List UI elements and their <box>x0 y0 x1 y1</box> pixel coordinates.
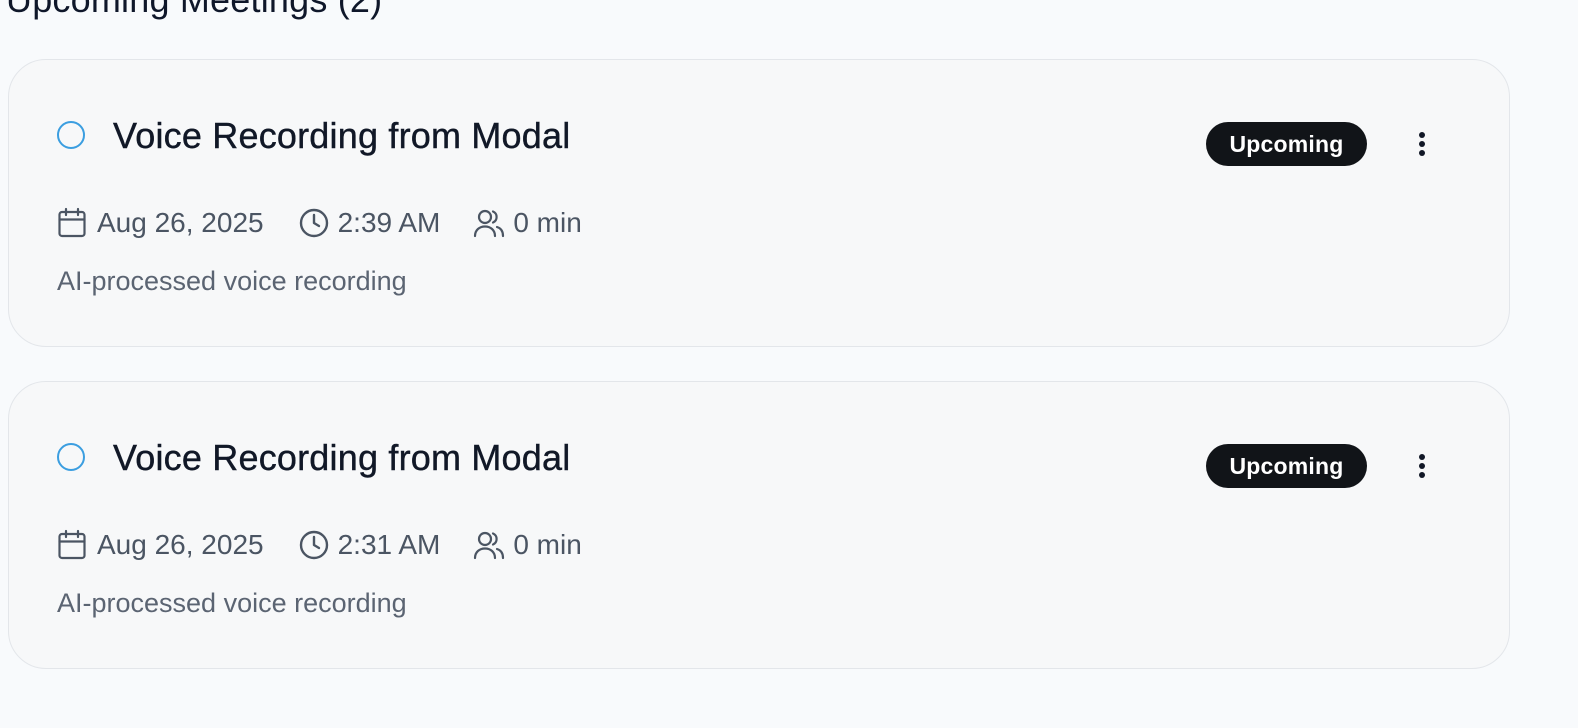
calendar-icon <box>58 529 86 560</box>
section-title: Upcoming Meetings (2) <box>6 0 382 22</box>
users-icon <box>474 531 505 560</box>
meeting-title[interactable]: Voice Recording from Modal <box>113 436 571 480</box>
more-vertical-icon <box>1419 454 1425 478</box>
meeting-time-text: 2:31 AM <box>337 529 441 560</box>
status-badge: Upcoming <box>1206 122 1367 166</box>
meeting-description: AI-processed voice recording <box>57 588 407 618</box>
meeting-meta-row: Aug 26, 2025 2:31 AM 0 min <box>57 527 582 563</box>
meeting-date: Aug 26, 2025 <box>57 205 264 241</box>
status-badge: Upcoming <box>1206 444 1367 488</box>
meeting-title[interactable]: Voice Recording from Modal <box>113 114 571 158</box>
meeting-duration: 0 min <box>473 527 582 563</box>
meeting-date: Aug 26, 2025 <box>57 527 264 563</box>
clock-icon <box>299 530 328 560</box>
meeting-duration-text: 0 min <box>513 207 582 238</box>
more-options-button[interactable] <box>1407 126 1437 162</box>
meeting-date-text: Aug 26, 2025 <box>97 207 264 238</box>
more-options-button[interactable] <box>1407 448 1437 484</box>
meeting-description: AI-processed voice recording <box>57 266 407 296</box>
meeting-duration-text: 0 min <box>513 529 582 560</box>
meeting-card[interactable]: Voice Recording from Modal Upcoming Aug … <box>8 59 1510 347</box>
status-circle-icon[interactable] <box>57 443 85 471</box>
calendar-icon <box>58 207 86 238</box>
users-icon <box>474 209 505 238</box>
clock-icon <box>299 208 328 238</box>
meeting-time: 2:39 AM <box>298 205 441 241</box>
meeting-time: 2:31 AM <box>298 527 441 563</box>
meeting-meta-row: Aug 26, 2025 2:39 AM 0 min <box>57 205 582 241</box>
meeting-time-text: 2:39 AM <box>337 207 441 238</box>
meeting-card[interactable]: Voice Recording from Modal Upcoming Aug … <box>8 381 1510 669</box>
upcoming-meetings-page: Upcoming Meetings (2) Voice Recording fr… <box>0 0 1578 728</box>
more-vertical-icon <box>1419 132 1425 156</box>
meeting-date-text: Aug 26, 2025 <box>97 529 264 560</box>
status-circle-icon[interactable] <box>57 121 85 149</box>
meeting-duration: 0 min <box>473 205 582 241</box>
